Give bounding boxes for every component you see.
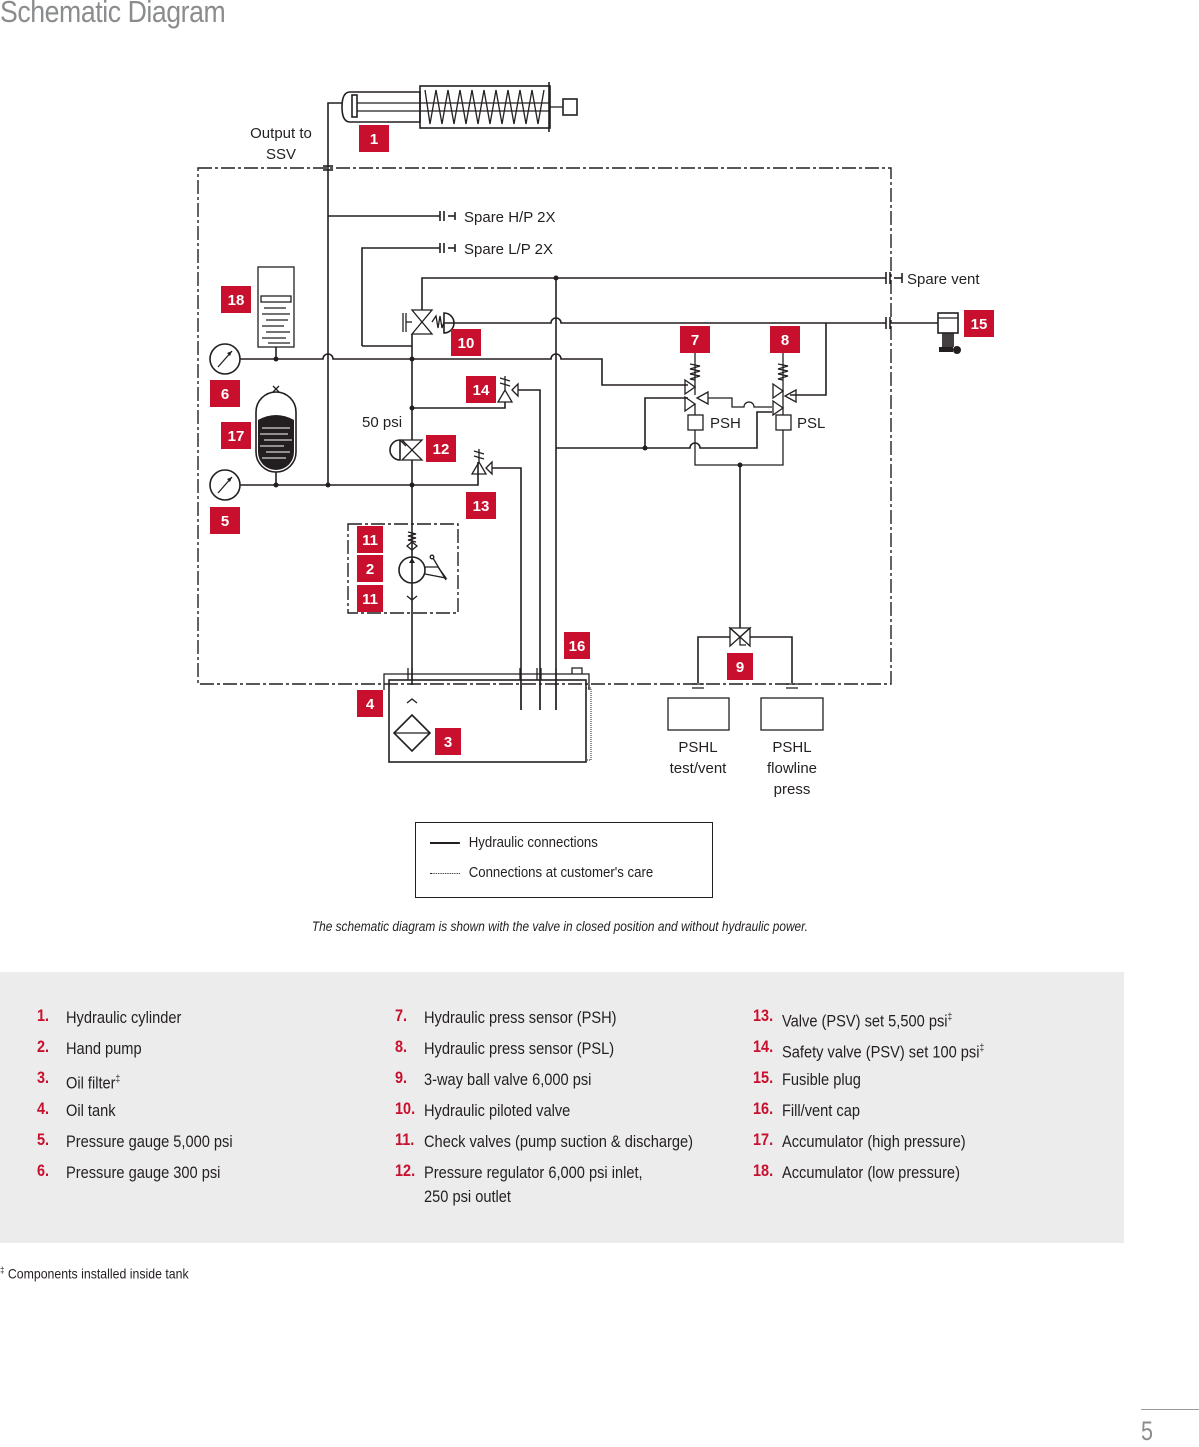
- solid-line-swatch: [430, 842, 460, 845]
- pshl-test-label-1: PSHL: [678, 739, 717, 756]
- output-to-label: Output to: [250, 125, 312, 142]
- badge-7: 7: [680, 326, 710, 353]
- psh-label: PSH: [710, 415, 741, 432]
- badge-2: 2: [357, 555, 383, 582]
- hydraulic-cylinder-icon: [341, 82, 578, 132]
- badge-4: 4: [357, 690, 383, 717]
- dotted-line-swatch: [430, 872, 460, 874]
- hand-pump-icon: [398, 531, 448, 601]
- svg-text:18: 18: [228, 292, 245, 309]
- badge-17: 17: [221, 422, 251, 449]
- pshl-flow-label-3: press: [774, 781, 811, 798]
- page-number: 5: [1141, 1416, 1154, 1446]
- badge-1: 1: [359, 125, 389, 152]
- svg-text:9: 9: [736, 659, 744, 676]
- svg-text:13: 13: [473, 498, 490, 515]
- spare-hp-label: Spare H/P 2X: [464, 209, 555, 226]
- ssv-label: SSV: [266, 146, 296, 163]
- svg-text:10: 10: [458, 335, 475, 352]
- badge-13: 13: [466, 492, 496, 519]
- svg-text:15: 15: [971, 316, 988, 333]
- badge-15: 15: [964, 310, 994, 337]
- pressure-gauge-300-icon: [209, 343, 241, 375]
- pshl-test-vent-port: [667, 697, 730, 731]
- fusible-plug-icon: [937, 312, 961, 354]
- svg-text:16: 16: [569, 638, 586, 655]
- accumulator-high-pressure-icon: [255, 385, 297, 485]
- regulator-setting-label: 50 psi: [362, 414, 402, 431]
- svg-text:5: 5: [221, 513, 229, 530]
- psl-label: PSL: [797, 415, 825, 432]
- safety-valve-14-icon: [496, 376, 519, 403]
- hydraulic-schematic: Output to SSV Spare H/P 2X Spare L/P 2X …: [197, 82, 994, 798]
- svg-text:7: 7: [691, 332, 699, 349]
- parts-list: 1. Hydraulic cylinder 2. Hand pump 3. Oil f…: [0, 972, 1124, 1243]
- accumulator-low-pressure-icon: [257, 266, 295, 359]
- svg-text:14: 14: [473, 382, 490, 399]
- footnote: ‡ Components installed inside tank: [0, 1265, 189, 1282]
- legend-item-customer: Connections at customer's care: [430, 864, 653, 881]
- pressure-regulator-icon: [389, 439, 424, 461]
- badge-18: 18: [221, 286, 251, 313]
- page-number-rule: [1141, 1409, 1199, 1410]
- pshl-flow-label-1: PSHL: [772, 739, 811, 756]
- pressure-switch-low-icon: [772, 349, 797, 431]
- badge-6: 6: [210, 380, 240, 407]
- svg-text:11: 11: [362, 591, 378, 608]
- spare-lp-label: Spare L/P 2X: [464, 241, 553, 258]
- badge-11-bottom: 11: [357, 585, 383, 612]
- svg-text:12: 12: [433, 441, 450, 458]
- pressure-gauge-5000-icon: [209, 469, 241, 501]
- badge-9: 9: [727, 653, 753, 680]
- legend: Hydraulic connections Connections at cus…: [415, 822, 713, 898]
- svg-text:8: 8: [781, 332, 789, 349]
- svg-text:1: 1: [370, 131, 378, 148]
- pshl-flowline-port: [760, 697, 824, 731]
- svg-text:17: 17: [228, 428, 245, 445]
- oil-filter-icon: [392, 698, 432, 753]
- svg-text:3: 3: [444, 734, 452, 751]
- svg-text:2: 2: [366, 561, 374, 578]
- legend-item-hydraulic: Hydraulic connections: [430, 834, 598, 851]
- badge-12: 12: [426, 435, 456, 462]
- spare-vent-label: Spare vent: [907, 271, 980, 288]
- pshl-test-label-2: test/vent: [670, 760, 728, 777]
- badge-10: 10: [451, 329, 481, 356]
- badge-14: 14: [466, 376, 496, 403]
- badge-5: 5: [210, 507, 240, 534]
- pshl-flow-label-2: flowline: [767, 760, 817, 777]
- badge-16: 16: [564, 632, 590, 659]
- badge-11-top: 11: [357, 526, 383, 553]
- relief-valve-13-icon: [470, 449, 493, 476]
- badge-3: 3: [435, 728, 461, 755]
- svg-text:11: 11: [362, 532, 378, 549]
- three-way-ball-valve-icon: [728, 626, 752, 648]
- badge-8: 8: [770, 326, 800, 353]
- diagram-caption: The schematic diagram is shown with the …: [311, 919, 809, 934]
- svg-text:4: 4: [366, 696, 375, 713]
- piloted-valve-icon: [402, 309, 455, 335]
- svg-text:6: 6: [221, 386, 229, 403]
